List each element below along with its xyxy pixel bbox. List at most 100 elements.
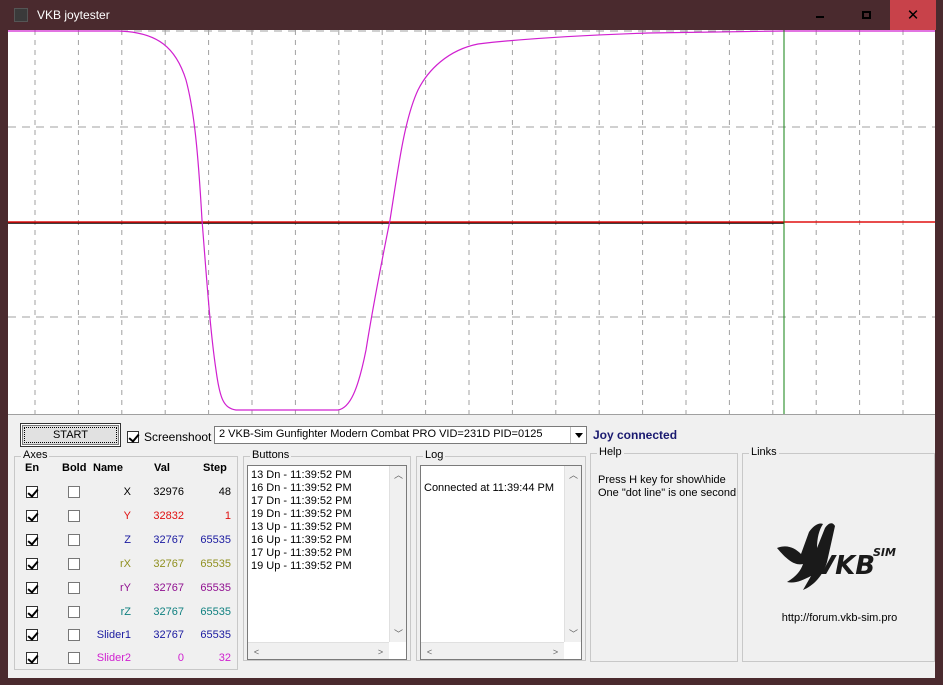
- vertical-scrollbar[interactable]: ︿ ﹀: [564, 466, 581, 642]
- axis-bold-checkbox[interactable]: [68, 534, 80, 546]
- axes-header-bold: Bold: [62, 462, 87, 474]
- axis-row-slider1: Slider1 32767 65535: [15, 626, 239, 644]
- axis-enable-checkbox[interactable]: [26, 486, 38, 498]
- buttons-event-lines: 13 Dn - 11:39:52 PM 16 Dn - 11:39:52 PM …: [251, 469, 352, 573]
- forum-link[interactable]: http://forum.vkb-sim.pro: [743, 612, 936, 624]
- axis-step: 65535: [200, 558, 231, 570]
- control-panel: START Screenshoot 2 VKB-Sim Gunfighter M…: [8, 414, 935, 678]
- help-text: Press H key for show\hide One "dot line"…: [598, 474, 736, 500]
- axis-value: 32767: [153, 606, 184, 618]
- axis-value: 32767: [153, 629, 184, 641]
- buttons-event-list[interactable]: 13 Dn - 11:39:52 PM 16 Dn - 11:39:52 PM …: [247, 465, 407, 660]
- axis-row-rx: rX 32767 65535: [15, 555, 239, 573]
- list-item[interactable]: 17 Dn - 11:39:52 PM: [251, 495, 352, 508]
- axis-bold-checkbox[interactable]: [68, 606, 80, 618]
- screenshoot-checkbox[interactable]: [127, 431, 139, 443]
- list-item[interactable]: 13 Up - 11:39:52 PM: [251, 521, 352, 534]
- help-line: Press H key for show\hide: [598, 474, 726, 486]
- scroll-left-icon[interactable]: <: [248, 643, 265, 660]
- axis-value: 32767: [153, 558, 184, 570]
- help-title: Help: [597, 446, 624, 458]
- minimize-button[interactable]: [797, 0, 843, 30]
- list-item[interactable]: 17 Up - 11:39:52 PM: [251, 547, 352, 560]
- axis-value: 0: [177, 652, 184, 664]
- dropdown-arrow[interactable]: [570, 427, 586, 443]
- axis-row-x: X 32976 48: [15, 483, 239, 501]
- axis-row-z: Z 32767 65535: [15, 531, 239, 549]
- list-item[interactable]: 13 Dn - 11:39:52 PM: [251, 469, 352, 482]
- axis-row-slider2: Slider2 0 32: [15, 649, 239, 667]
- list-item[interactable]: 19 Up - 11:39:52 PM: [251, 560, 352, 573]
- axis-enable-checkbox[interactable]: [26, 558, 38, 570]
- help-group: Help Press H key for show\hide One "dot …: [590, 446, 738, 662]
- axis-bold-checkbox[interactable]: [68, 629, 80, 641]
- scroll-right-icon[interactable]: >: [372, 643, 389, 660]
- title-bar: VKB joytester ✕: [0, 0, 943, 30]
- axis-bold-checkbox[interactable]: [68, 652, 80, 664]
- links-title: Links: [749, 446, 779, 458]
- window-title: VKB joytester: [37, 8, 110, 22]
- scroll-down-icon[interactable]: ﹀: [565, 625, 582, 642]
- links-group: Links VKB SIM http://forum.vkb-sim.pro: [742, 446, 936, 662]
- list-item[interactable]: 19 Dn - 11:39:52 PM: [251, 508, 352, 521]
- axis-name: Slider1: [96, 629, 131, 641]
- axis-step: 65535: [200, 582, 231, 594]
- scroll-down-icon[interactable]: ﹀: [390, 625, 407, 642]
- axis-enable-checkbox[interactable]: [26, 582, 38, 594]
- axes-header-val: Val: [154, 462, 170, 474]
- connection-status: Joy connected: [593, 428, 678, 442]
- axis-row-rz: rZ 32767 65535: [15, 603, 239, 621]
- horizontal-scrollbar[interactable]: < >: [248, 642, 389, 659]
- axis-bold-checkbox[interactable]: [68, 582, 80, 594]
- axis-enable-checkbox[interactable]: [26, 534, 38, 546]
- axis-enable-checkbox[interactable]: [26, 510, 38, 522]
- vkb-sim-logo[interactable]: VKB SIM: [773, 518, 913, 598]
- axes-header-en: En: [25, 462, 40, 474]
- axis-value: 32767: [153, 582, 184, 594]
- list-item[interactable]: 16 Dn - 11:39:52 PM: [251, 482, 352, 495]
- axis-graph: [8, 30, 935, 414]
- axis-value: 32832: [153, 510, 184, 522]
- axes-group: Axes En Bold Name Val Step X 32976 48 Y …: [14, 449, 239, 670]
- axes-title: Axes: [21, 449, 50, 461]
- axis-enable-checkbox[interactable]: [26, 629, 38, 641]
- log-title: Log: [423, 449, 446, 461]
- vertical-scrollbar[interactable]: ︿ ﹀: [389, 466, 406, 642]
- screenshoot-option[interactable]: Screenshoot: [127, 430, 211, 444]
- axis-bold-checkbox[interactable]: [68, 486, 80, 498]
- logo-text: VKB: [815, 551, 875, 581]
- horizontal-scrollbar[interactable]: < >: [421, 642, 564, 659]
- axis-value: 32767: [153, 534, 184, 546]
- axis-name: rZ: [120, 606, 131, 618]
- scroll-up-icon[interactable]: ︿: [565, 466, 582, 483]
- axis-name: rX: [120, 558, 131, 570]
- axis-name: Slider2: [96, 652, 131, 664]
- device-dropdown-value: 2 VKB-Sim Gunfighter Modern Combat PRO V…: [219, 428, 543, 440]
- axis-step: 65535: [200, 534, 231, 546]
- close-button[interactable]: ✕: [890, 0, 936, 30]
- axis-step: 48: [218, 486, 231, 498]
- start-button[interactable]: START: [20, 423, 121, 447]
- list-item[interactable]: 16 Up - 11:39:52 PM: [251, 534, 352, 547]
- axis-bold-checkbox[interactable]: [68, 558, 80, 570]
- buttons-group: Buttons 13 Dn - 11:39:52 PM 16 Dn - 11:3…: [243, 449, 411, 661]
- axis-name: rY: [120, 582, 131, 594]
- axis-step: 1: [224, 510, 231, 522]
- axis-enable-checkbox[interactable]: [26, 652, 38, 664]
- axis-step: 65535: [200, 606, 231, 618]
- axes-header-step: Step: [203, 462, 227, 474]
- axis-enable-checkbox[interactable]: [26, 606, 38, 618]
- scroll-right-icon[interactable]: >: [547, 643, 564, 660]
- axes-header-name: Name: [93, 462, 123, 474]
- device-dropdown[interactable]: 2 VKB-Sim Gunfighter Modern Combat PRO V…: [214, 426, 587, 444]
- axis-bold-checkbox[interactable]: [68, 510, 80, 522]
- axis-step: 65535: [200, 629, 231, 641]
- scroll-left-icon[interactable]: <: [421, 643, 438, 660]
- log-list[interactable]: Connected at 11:39:44 PM ︿ ﹀ < >: [420, 465, 582, 660]
- buttons-title: Buttons: [250, 449, 292, 461]
- axis-name: Z: [124, 534, 131, 546]
- maximize-button[interactable]: [843, 0, 889, 30]
- scroll-up-icon[interactable]: ︿: [390, 466, 407, 483]
- focus-rect: [24, 427, 117, 443]
- chevron-down-icon: [574, 432, 583, 438]
